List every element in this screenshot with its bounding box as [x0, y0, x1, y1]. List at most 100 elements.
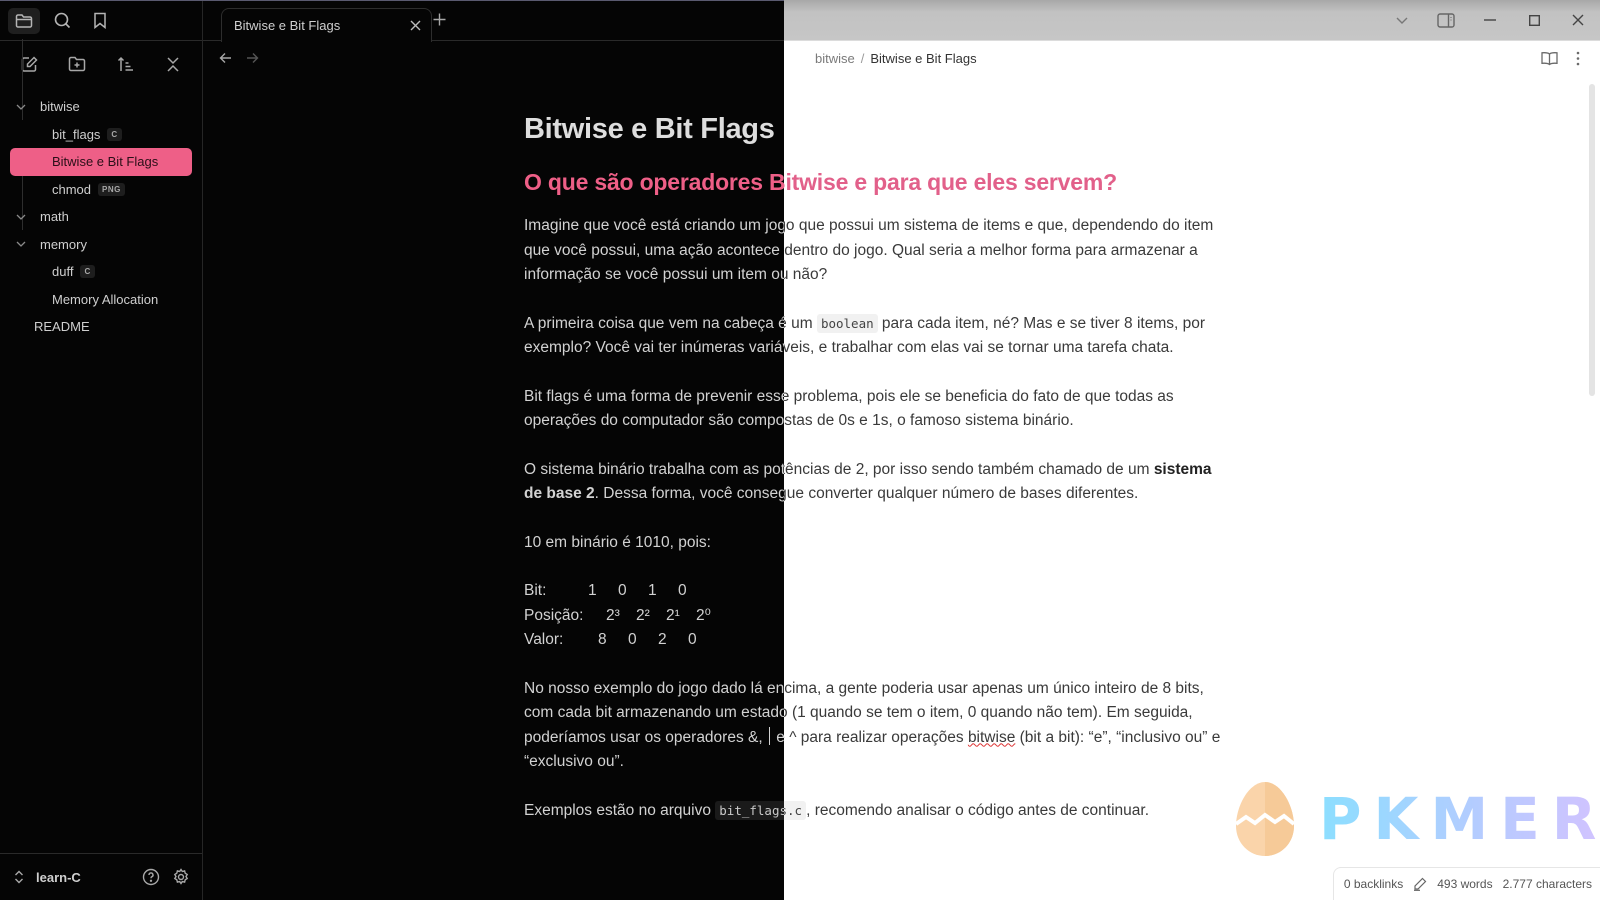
sort-order-button[interactable] [111, 51, 139, 77]
breadcrumb-separator: / [860, 51, 865, 66]
bit-table-row: Posição:2³2²2¹2⁰ [784, 604, 1230, 629]
vault-switcher[interactable]: learn-C [14, 870, 142, 885]
back-arrow-icon[interactable] [219, 52, 232, 64]
sidebar-ribbon [0, 1, 202, 41]
folder-math[interactable]: math [10, 203, 192, 231]
close-tab-button[interactable] [410, 20, 421, 31]
forward-arrow-icon[interactable] [246, 52, 259, 64]
breadcrumb-parent[interactable]: bitwise [815, 51, 855, 66]
word-count: 493 words [1437, 877, 1493, 891]
close-window-button[interactable] [1556, 0, 1600, 40]
file-label: bit_flags [52, 126, 101, 142]
vault-name: learn-C [36, 869, 81, 885]
bookmark-icon [94, 12, 106, 29]
bit-table: Bit:1010 Posição:2³2²2¹2⁰ Valor:8020 [784, 579, 1230, 653]
minimize-icon [1484, 19, 1496, 21]
file-explorer-actions [0, 41, 202, 87]
paragraph: O sistema binário trabalha com as potênc… [784, 458, 1230, 507]
folder-memory[interactable]: memory [10, 231, 192, 259]
note-content[interactable]: Bitwise e Bit Flags O que são operadores… [784, 104, 1230, 847]
files-tab-button[interactable] [8, 7, 40, 34]
breadcrumb-current[interactable]: Bitwise e Bit Flags [870, 51, 976, 66]
tab-bitwise-e-bit-flags[interactable]: Bitwise e Bit Flags [221, 8, 432, 42]
maximize-button[interactable] [1512, 0, 1556, 40]
tab-list-button[interactable] [1380, 0, 1424, 40]
light-theme-view: bitwise / Bitwise e Bit Flags Bitwise e … [784, 0, 1600, 900]
help-icon[interactable] [142, 868, 160, 886]
inline-code: boolean [816, 313, 878, 333]
file-label: duff [52, 264, 74, 280]
backlinks-count[interactable]: 0 backlinks [1344, 877, 1403, 891]
pkmer-watermark: PKMER [1233, 780, 1600, 858]
file-extension-tag: C [107, 127, 122, 141]
folder-label: math [40, 209, 69, 225]
note-title: Bitwise e Bit Flags [784, 104, 1230, 154]
bookmarks-tab-button[interactable] [84, 8, 116, 34]
editor-scrollbar[interactable] [1589, 84, 1595, 396]
vault-switcher-bar: learn-C [0, 853, 202, 900]
file-duff[interactable]: duff C [10, 258, 192, 286]
plus-icon [433, 13, 446, 26]
close-icon [410, 20, 421, 31]
close-icon [1572, 14, 1584, 26]
paragraph: No nosso exemplo do jogo dado lá encima,… [784, 677, 1230, 775]
paragraph: Imagine que você está criando um jogo qu… [784, 217, 1214, 283]
search-icon [54, 12, 70, 29]
new-tab-button[interactable] [433, 13, 446, 26]
file-readme[interactable]: README [10, 313, 192, 341]
spellcheck-word[interactable]: bitwise [968, 729, 1015, 746]
file-label: Bitwise e Bit Flags [52, 154, 159, 170]
file-bit-flags[interactable]: bit_flags C [10, 121, 192, 149]
file-chmod[interactable]: chmod PNG [10, 176, 192, 204]
tab-title: Bitwise e Bit Flags [234, 18, 341, 33]
character-count: 2.777 characters [1502, 877, 1592, 891]
minimize-button[interactable] [1468, 0, 1512, 40]
file-extension-tag: PNG [98, 182, 125, 196]
reading-view-book-icon[interactable] [1541, 51, 1558, 66]
edit-icon [21, 55, 38, 72]
sidebar-right-icon [1437, 12, 1455, 28]
collapse-all-button[interactable] [159, 51, 187, 77]
folder-label: memory [40, 236, 87, 252]
file-label: Memory Allocation [52, 291, 159, 307]
settings-gear-icon[interactable] [172, 868, 190, 886]
paragraph: A primeira coisa que vem na cabeça é um … [784, 313, 1205, 356]
collapse-icon [167, 56, 179, 72]
folder-label: bitwise [40, 99, 80, 115]
file-memory-allocation[interactable]: Memory Allocation [10, 286, 192, 314]
bit-table-row: Bit:1010 [784, 579, 1230, 604]
view-header: bitwise / Bitwise e Bit Flags [784, 41, 1600, 81]
egg-logo-icon [1234, 782, 1296, 856]
file-bitwise-e-bit-flags[interactable]: Bitwise e Bit Flags [10, 148, 192, 176]
view-actions [1541, 51, 1580, 66]
file-tree: bitwise bit_flags C Bitwise e Bit Flags … [0, 39, 202, 341]
toggle-right-sidebar-button[interactable] [1424, 0, 1468, 40]
chevrons-up-down-icon [15, 870, 23, 884]
status-bar: 0 backlinks 493 words 2.777 characters [1332, 867, 1600, 900]
maximize-icon [1528, 14, 1540, 26]
folder-bitwise[interactable]: bitwise [10, 93, 192, 121]
new-folder-button[interactable] [63, 51, 91, 77]
pencil-edit-mode-icon[interactable] [1413, 877, 1427, 891]
file-label: README [34, 319, 90, 335]
breadcrumb: bitwise / Bitwise e Bit Flags [815, 51, 977, 66]
file-extension-tag: C [80, 265, 95, 279]
left-sidebar: bitwise bit_flags C Bitwise e Bit Flags … [0, 1, 203, 900]
folder-icon [15, 13, 33, 28]
paragraph: 10 em binário é 1010, pois: [784, 531, 1230, 556]
section-heading: O que são operadores Bitwise e para que … [784, 169, 1117, 195]
paragraph: Exemplos estão no arquivo bit_flags.c, r… [784, 799, 1230, 824]
more-options-icon[interactable] [1576, 51, 1580, 66]
watermark-text: PKMER [1319, 785, 1600, 853]
folder-plus-icon [68, 56, 86, 72]
bit-table-row: Valor:8020 [784, 628, 1230, 653]
title-bar [784, 0, 1600, 41]
chevron-down-icon [16, 214, 28, 220]
window-controls [1380, 0, 1600, 40]
search-tab-button[interactable] [46, 8, 78, 34]
text-cursor [768, 726, 770, 745]
chevron-down-icon [16, 104, 28, 110]
file-label: chmod [52, 181, 92, 197]
chevron-down-icon [1396, 17, 1408, 24]
new-note-button[interactable] [15, 51, 43, 77]
